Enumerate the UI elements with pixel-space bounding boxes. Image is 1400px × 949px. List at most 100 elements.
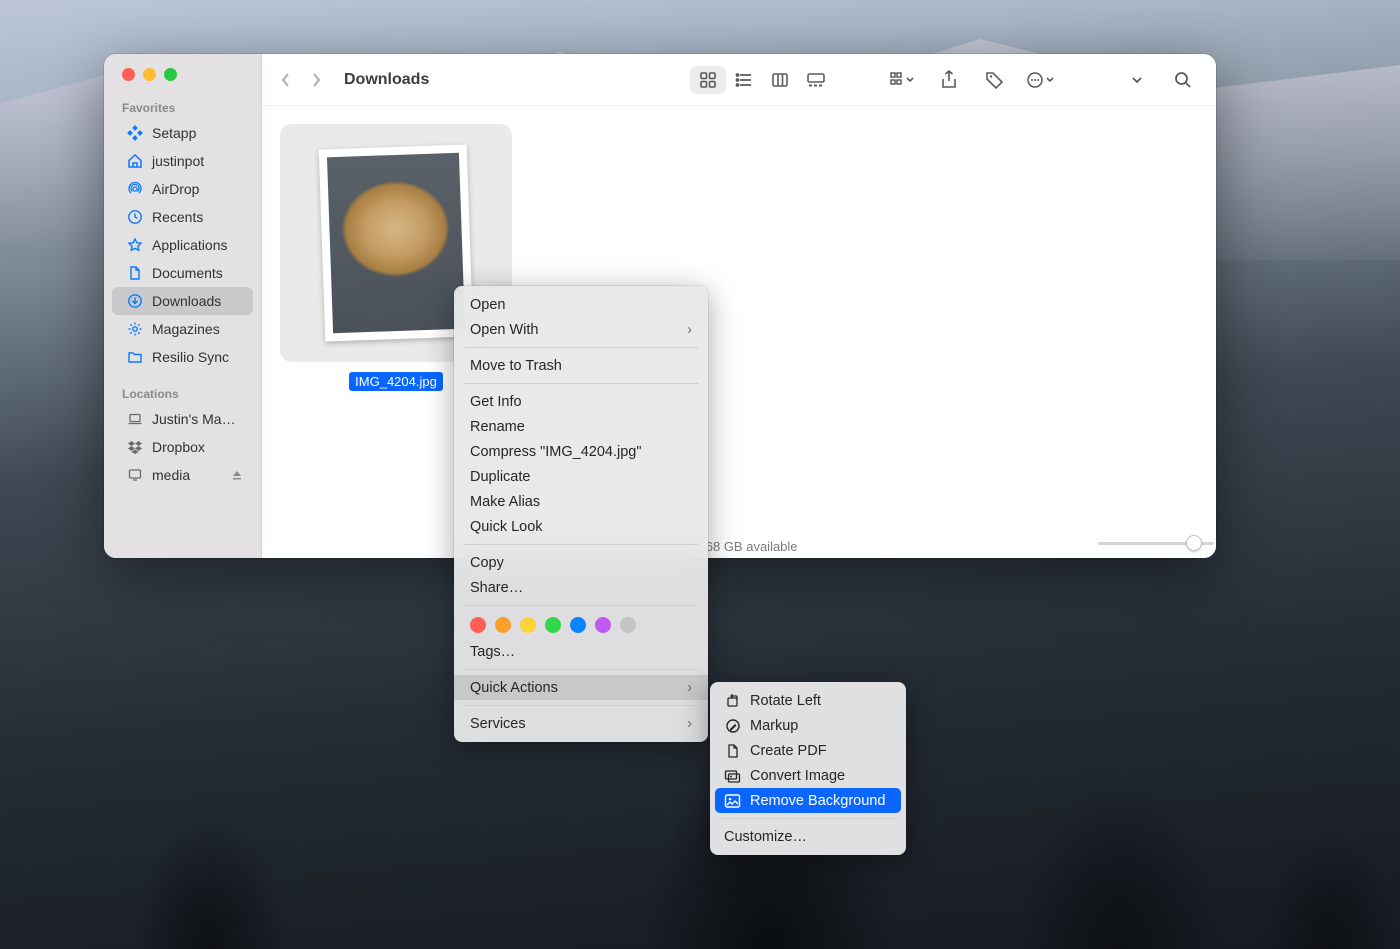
ctx-label: Copy [470,555,504,571]
sidebar-item-label: Recents [152,209,203,225]
traffic-lights [104,68,261,93]
sidebar-item-setapp[interactable]: Setapp [112,119,253,147]
sidebar-section-favorites: Favorites [104,93,261,119]
ctx-label: Tags… [470,644,515,660]
tag-purple[interactable] [595,617,611,633]
sidebar-item-dropbox[interactable]: Dropbox [112,433,253,461]
tag-gray[interactable] [620,617,636,633]
airdrop-icon [126,180,144,198]
sidebar-item-applications[interactable]: Applications [112,231,253,259]
sidebar-item-label: AirDrop [152,181,199,197]
ctx-label: Quick Look [470,519,543,535]
chevron-right-icon: › [687,322,692,338]
ctx-separator [464,705,698,706]
rotate-left-icon [724,692,741,709]
ctx-share[interactable]: Share… [454,575,708,600]
sidebar-item-airdrop[interactable]: AirDrop [112,175,253,203]
view-list-button[interactable] [726,66,762,94]
minimize-button[interactable] [143,68,156,81]
sidebar-item-label: Magazines [152,321,220,337]
photo-frame [319,144,474,341]
markup-icon [724,717,741,734]
tag-orange[interactable] [495,617,511,633]
toolbar-right [888,66,1198,94]
fullscreen-button[interactable] [164,68,177,81]
ctx-label: Open [470,297,505,313]
tags-button[interactable] [980,66,1010,94]
tag-yellow[interactable] [520,617,536,633]
more-button[interactable] [1026,66,1056,94]
zoom-slider[interactable] [1098,534,1202,552]
ctx-move-to-trash[interactable]: Move to Trash [454,353,708,378]
qa-label: Create PDF [750,743,827,759]
sidebar-item-magazines[interactable]: Magazines [112,315,253,343]
tag-blue[interactable] [570,617,586,633]
ctx-open-with[interactable]: Open With› [454,317,708,342]
photo-image [327,153,465,333]
view-columns-button[interactable] [762,66,798,94]
sidebar-item-media[interactable]: media [112,461,253,489]
convert-image-icon [724,767,741,784]
ctx-make-alias[interactable]: Make Alias [454,489,708,514]
sidebar-item-resilio-sync[interactable]: Resilio Sync [112,343,253,371]
close-button[interactable] [122,68,135,81]
sidebar-item-label: Documents [152,265,223,281]
status-bar: , 27.68 GB available [262,539,1216,554]
group-by-button[interactable] [888,66,918,94]
sidebar-item-home[interactable]: justinpot [112,147,253,175]
search-button[interactable] [1168,66,1198,94]
home-icon [126,152,144,170]
ctx-label: Services [470,716,526,732]
sidebar-item-downloads[interactable]: Downloads [112,287,253,315]
sidebar-item-label: Dropbox [152,439,205,455]
qa-customize[interactable]: Customize… [710,824,906,849]
tag-green[interactable] [545,617,561,633]
sidebar-item-label: Applications [152,237,228,253]
ctx-duplicate[interactable]: Duplicate [454,464,708,489]
sidebar-item-label: Setapp [152,125,196,141]
qa-remove-background[interactable]: Remove Background [715,788,901,813]
view-gallery-button[interactable] [798,66,834,94]
ctx-get-info[interactable]: Get Info [454,389,708,414]
ctx-open[interactable]: Open [454,292,708,317]
ctx-label: Move to Trash [470,358,562,374]
sidebar-item-justins-mac[interactable]: Justin's Ma… [112,405,253,433]
sidebar-item-recents[interactable]: Recents [112,203,253,231]
qa-separator [718,818,898,819]
eject-icon[interactable] [231,469,243,481]
ctx-label: Make Alias [470,494,540,510]
forward-button[interactable] [310,71,322,89]
ctx-compress[interactable]: Compress "IMG_4204.jpg" [454,439,708,464]
qa-rotate-left[interactable]: Rotate Left [710,688,906,713]
sidebar-item-documents[interactable]: Documents [112,259,253,287]
sidebar-item-label: media [152,467,190,483]
view-icons-button[interactable] [690,66,726,94]
ctx-rename[interactable]: Rename [454,414,708,439]
content-area[interactable]: IMG_4204.jpg , 27.68 GB available [262,106,1216,558]
ctx-tags[interactable]: Tags… [454,639,708,664]
qa-markup[interactable]: Markup [710,713,906,738]
view-switch [690,66,834,94]
dropbox-icon [126,438,144,456]
sidebar-item-label: justinpot [152,153,204,169]
ctx-separator [464,605,698,606]
qa-create-pdf[interactable]: Create PDF [710,738,906,763]
ctx-copy[interactable]: Copy [454,550,708,575]
qa-label: Convert Image [750,768,845,784]
ctx-separator [464,383,698,384]
back-button[interactable] [280,71,292,89]
zoom-thumb[interactable] [1186,535,1202,551]
ctx-label: Duplicate [470,469,530,485]
remove-background-icon [724,792,741,809]
ctx-services[interactable]: Services› [454,711,708,736]
ctx-quick-actions[interactable]: Quick Actions› [454,675,708,700]
qa-convert-image[interactable]: Convert Image [710,763,906,788]
dropdown-button[interactable] [1122,66,1152,94]
ctx-quick-look[interactable]: Quick Look [454,514,708,539]
sidebar-item-label: Justin's Ma… [152,411,236,427]
ctx-label: Rename [470,419,525,435]
share-button[interactable] [934,66,964,94]
file-name-label[interactable]: IMG_4204.jpg [349,372,443,391]
tag-red[interactable] [470,617,486,633]
setapp-icon [126,124,144,142]
